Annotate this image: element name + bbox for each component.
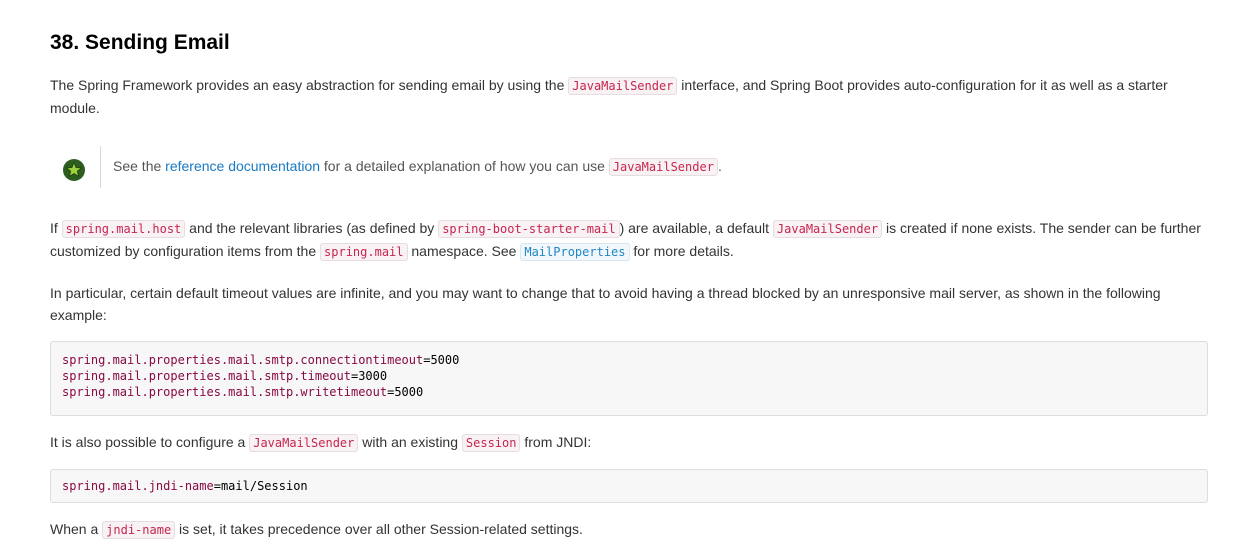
intro-text-1: The Spring Framework provides an easy ab… — [50, 77, 569, 93]
para5-text-1: When a — [50, 521, 103, 537]
code-block-jndi-content: spring.mail.jndi-name=mail/Session — [51, 470, 1207, 494]
inline-code-spring-mail: spring.mail — [320, 243, 408, 261]
tip-text-3: . — [717, 158, 722, 174]
inline-code-jndi-name: jndi-name — [102, 521, 176, 539]
para2-text-5: namespace. See — [407, 243, 521, 259]
para4-text-3: from JNDI: — [520, 434, 592, 450]
tip-text-1: See the — [113, 158, 166, 174]
property-value: =3000 — [350, 369, 388, 383]
inline-code-mailproperties[interactable]: MailProperties — [520, 243, 630, 261]
tip-text: See the reference documentation for a de… — [113, 155, 722, 178]
tip-text-2: for a detailed explanation of how you ca… — [320, 158, 609, 174]
code-block-timeouts: spring.mail.properties.mail.smtp.connect… — [50, 341, 1208, 416]
code-block-jndi: spring.mail.jndi-name=mail/Session — [50, 469, 1208, 503]
tip-divider — [100, 146, 101, 188]
property-key: spring.mail.properties.mail.smtp.connect… — [62, 353, 424, 367]
inline-code-session: Session — [461, 434, 521, 452]
inline-code-javamailsender: JavaMailSender — [249, 434, 359, 452]
property-value: =5000 — [423, 353, 460, 367]
intro-paragraph: The Spring Framework provides an easy ab… — [50, 74, 1210, 119]
property-value: =5000 — [387, 385, 424, 399]
section-heading: 38. Sending Email — [50, 31, 230, 54]
para2-text-6: for more details. — [629, 243, 734, 259]
reference-documentation-link[interactable]: reference documentation — [165, 158, 320, 174]
code-block-timeouts-content: spring.mail.properties.mail.smtp.connect… — [51, 342, 1207, 400]
inline-code-javamailsender: JavaMailSender — [568, 77, 678, 95]
timeout-paragraph: In particular, certain default timeout v… — [50, 285, 1161, 323]
star-icon — [63, 159, 85, 181]
jndi-paragraph: It is also possible to configure a JavaM… — [50, 431, 1210, 454]
inline-code-spring-mail-host: spring.mail.host — [61, 220, 186, 238]
mail-properties-link[interactable]: MailProperties — [520, 243, 630, 261]
para2-text-2: and the relevant libraries (as defined b… — [185, 220, 439, 236]
para5-text-2: is set, it takes precedence over all oth… — [175, 521, 583, 537]
tip-admonition: See the reference documentation for a de… — [50, 146, 1210, 188]
property-key: spring.mail.jndi-name — [62, 479, 214, 493]
property-value: =mail/Session — [213, 479, 308, 493]
documentation-page: 38. Sending Email The Spring Framework p… — [0, 0, 1240, 547]
property-key: spring.mail.properties.mail.smtp.writeti… — [62, 385, 388, 399]
para4-text-1: It is also possible to configure a — [50, 434, 250, 450]
inline-code-javamailsender: JavaMailSender — [772, 220, 883, 238]
para2-text-1: If — [50, 220, 62, 236]
property-key: spring.mail.properties.mail.smtp.timeout — [62, 369, 351, 383]
inline-code-starter-mail: spring-boot-starter-mail — [438, 220, 620, 238]
inline-code-javamailsender: JavaMailSender — [608, 158, 718, 176]
jndi-name-paragraph: When a jndi-name is set, it takes preced… — [50, 518, 1210, 541]
para2-text-3: ) are available, a default — [619, 220, 773, 236]
para4-text-2: with an existing — [358, 434, 462, 450]
mail-host-paragraph: If spring.mail.host and the relevant lib… — [50, 217, 1210, 263]
